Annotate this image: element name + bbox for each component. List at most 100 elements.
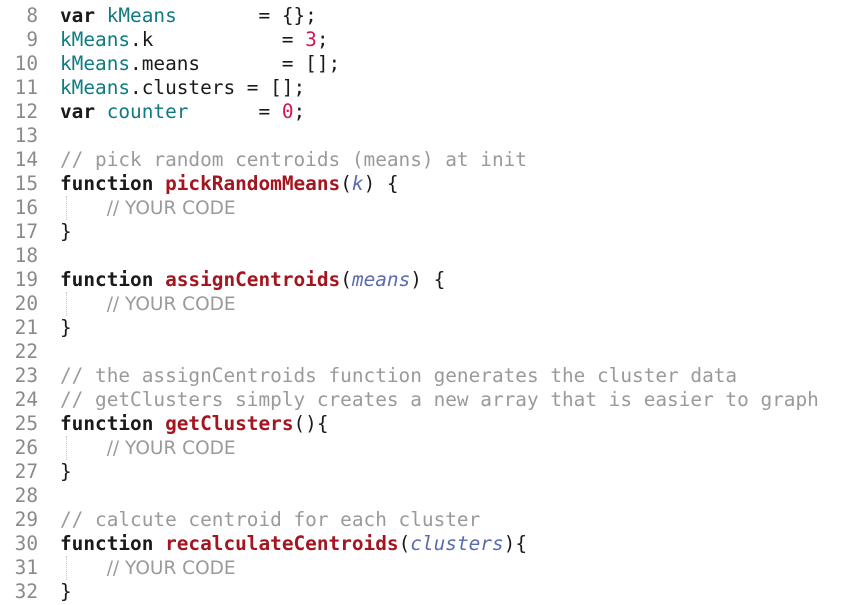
token-param: means — [351, 268, 411, 291]
token-ident: kMeans — [60, 76, 131, 99]
code-line[interactable]: 29 // calcute centroid for each cluster — [0, 508, 860, 532]
token-cm-sans: // YOUR CODE — [106, 294, 236, 315]
token-cm: // getClusters simply creates a new arra… — [60, 388, 819, 411]
code-line[interactable]: 26 // YOUR CODE — [0, 436, 860, 460]
line-number: 22 — [14, 340, 38, 363]
line-number: 24 — [14, 388, 38, 411]
code-text: // YOUR CODE — [60, 436, 236, 461]
token-cm: // calcute centroid for each cluster — [60, 508, 481, 531]
token-plain: .means = []; — [130, 52, 341, 75]
line-number: 23 — [14, 364, 38, 387]
code-line[interactable]: 25 function getClusters(){ — [0, 412, 860, 436]
token-fn: recalculateCentroids — [165, 532, 399, 555]
line-number: 17 — [14, 220, 38, 243]
code-text: // pick random centroids (means) at init — [60, 148, 527, 172]
token-cm: // pick random centroids (means) at init — [60, 148, 527, 171]
code-line[interactable]: 11 kMeans.clusters = []; — [0, 76, 860, 100]
code-line[interactable]: 18 — [0, 244, 860, 268]
token-plain: } — [60, 220, 72, 243]
token-cm-sans: // YOUR CODE — [106, 438, 236, 459]
line-number: 20 — [14, 292, 38, 315]
code-line[interactable]: 30 function recalculateCentroids(clusters… — [0, 532, 860, 556]
line-number: 13 — [14, 124, 38, 147]
token-ident: kMeans — [60, 52, 131, 75]
token-plain: ; — [316, 28, 329, 51]
code-line[interactable]: 17} — [0, 220, 860, 244]
token-plain: ) { — [363, 172, 399, 195]
code-text: kMeans.means = []; — [60, 52, 340, 76]
code-line[interactable]: 23 // the assignCentroids function genera… — [0, 364, 860, 388]
line-number: 11 — [14, 76, 38, 99]
code-line[interactable]: 12 var counter = 0; — [0, 100, 860, 124]
code-line[interactable]: 32} — [0, 580, 860, 604]
token-param: k — [351, 172, 364, 195]
token-plain: .clusters = []; — [130, 76, 306, 99]
code-line[interactable]: 22 — [0, 340, 860, 364]
token-plain: } — [60, 460, 72, 483]
token-cm: // the assignCentroids function generate… — [60, 364, 738, 387]
token-plain: } — [60, 316, 72, 339]
code-text: function getClusters(){ — [60, 412, 329, 436]
code-line[interactable]: 21} — [0, 316, 860, 340]
code-text: // the assignCentroids function generate… — [60, 364, 737, 388]
token-ident: kMeans — [60, 28, 131, 51]
token-plain: (){ — [293, 412, 329, 435]
code-line[interactable]: 10 kMeans.means = []; — [0, 52, 860, 76]
code-line[interactable]: 9 kMeans.k = 3; — [0, 28, 860, 52]
code-line[interactable]: 20 // YOUR CODE — [0, 292, 860, 316]
token-plain: = — [188, 100, 282, 123]
code-line[interactable]: 16 // YOUR CODE — [0, 196, 860, 220]
code-text: function recalculateCentroids(clusters){ — [60, 532, 527, 556]
code-text: // YOUR CODE — [60, 196, 236, 221]
code-line[interactable]: 8 var kMeans = {}; — [0, 4, 860, 28]
code-line[interactable]: 19 function assignCentroids(means) { — [0, 268, 860, 292]
code-line[interactable]: 24 // getClusters simply creates a new ar… — [0, 388, 860, 412]
code-text: } — [60, 460, 72, 484]
token-cm-sans: // YOUR CODE — [106, 198, 236, 219]
code-text: function pickRandomMeans(k) { — [60, 172, 399, 196]
line-number: 25 — [14, 412, 38, 435]
token-plain: ) { — [410, 268, 446, 291]
code-text: // YOUR CODE — [60, 292, 236, 317]
code-line[interactable]: 13 — [0, 124, 860, 148]
line-number: 15 — [14, 172, 38, 195]
code-text: // calcute centroid for each cluster — [60, 508, 480, 532]
token-kw: function — [60, 412, 166, 435]
line-number: 19 — [14, 268, 38, 291]
line-number: 27 — [14, 460, 38, 483]
line-number: 30 — [14, 532, 38, 555]
code-text: // YOUR CODE — [60, 556, 236, 581]
token-ident: counter — [106, 100, 189, 123]
token-num: 3 — [305, 28, 317, 51]
token-plain: ( — [340, 268, 352, 291]
line-number: 29 — [14, 508, 38, 531]
token-param: clusters — [410, 532, 504, 555]
line-number: 28 — [14, 484, 38, 507]
code-text: } — [60, 580, 72, 604]
code-line[interactable]: 31 // YOUR CODE — [0, 556, 860, 580]
line-number: 14 — [14, 148, 38, 171]
token-plain: = {}; — [176, 4, 317, 27]
line-number: 12 — [14, 100, 38, 123]
line-number: 31 — [14, 556, 38, 579]
token-num: 0 — [281, 100, 294, 123]
line-number: 8 — [26, 4, 38, 27]
code-line[interactable]: 15 function pickRandomMeans(k) { — [0, 172, 860, 196]
code-line[interactable]: 27} — [0, 460, 860, 484]
token-fn: assignCentroids — [165, 268, 341, 291]
code-text: var kMeans = {}; — [60, 4, 317, 28]
line-number: 32 — [14, 580, 38, 603]
token-plain: .k = — [130, 28, 306, 51]
code-text: // getClusters simply creates a new arra… — [60, 388, 819, 412]
token-kw: function — [60, 268, 166, 291]
code-line[interactable]: 28 — [0, 484, 860, 508]
token-plain: ; — [293, 100, 306, 123]
code-line[interactable]: 14 // pick random centroids (means) at in… — [0, 148, 860, 172]
code-editor[interactable]: 8 var kMeans = {}; 9 kMeans.k = 3; 10 kMeans.… — [0, 0, 860, 605]
token-kw: var — [60, 4, 107, 27]
line-number: 16 — [14, 196, 38, 219]
line-number: 9 — [26, 28, 38, 51]
